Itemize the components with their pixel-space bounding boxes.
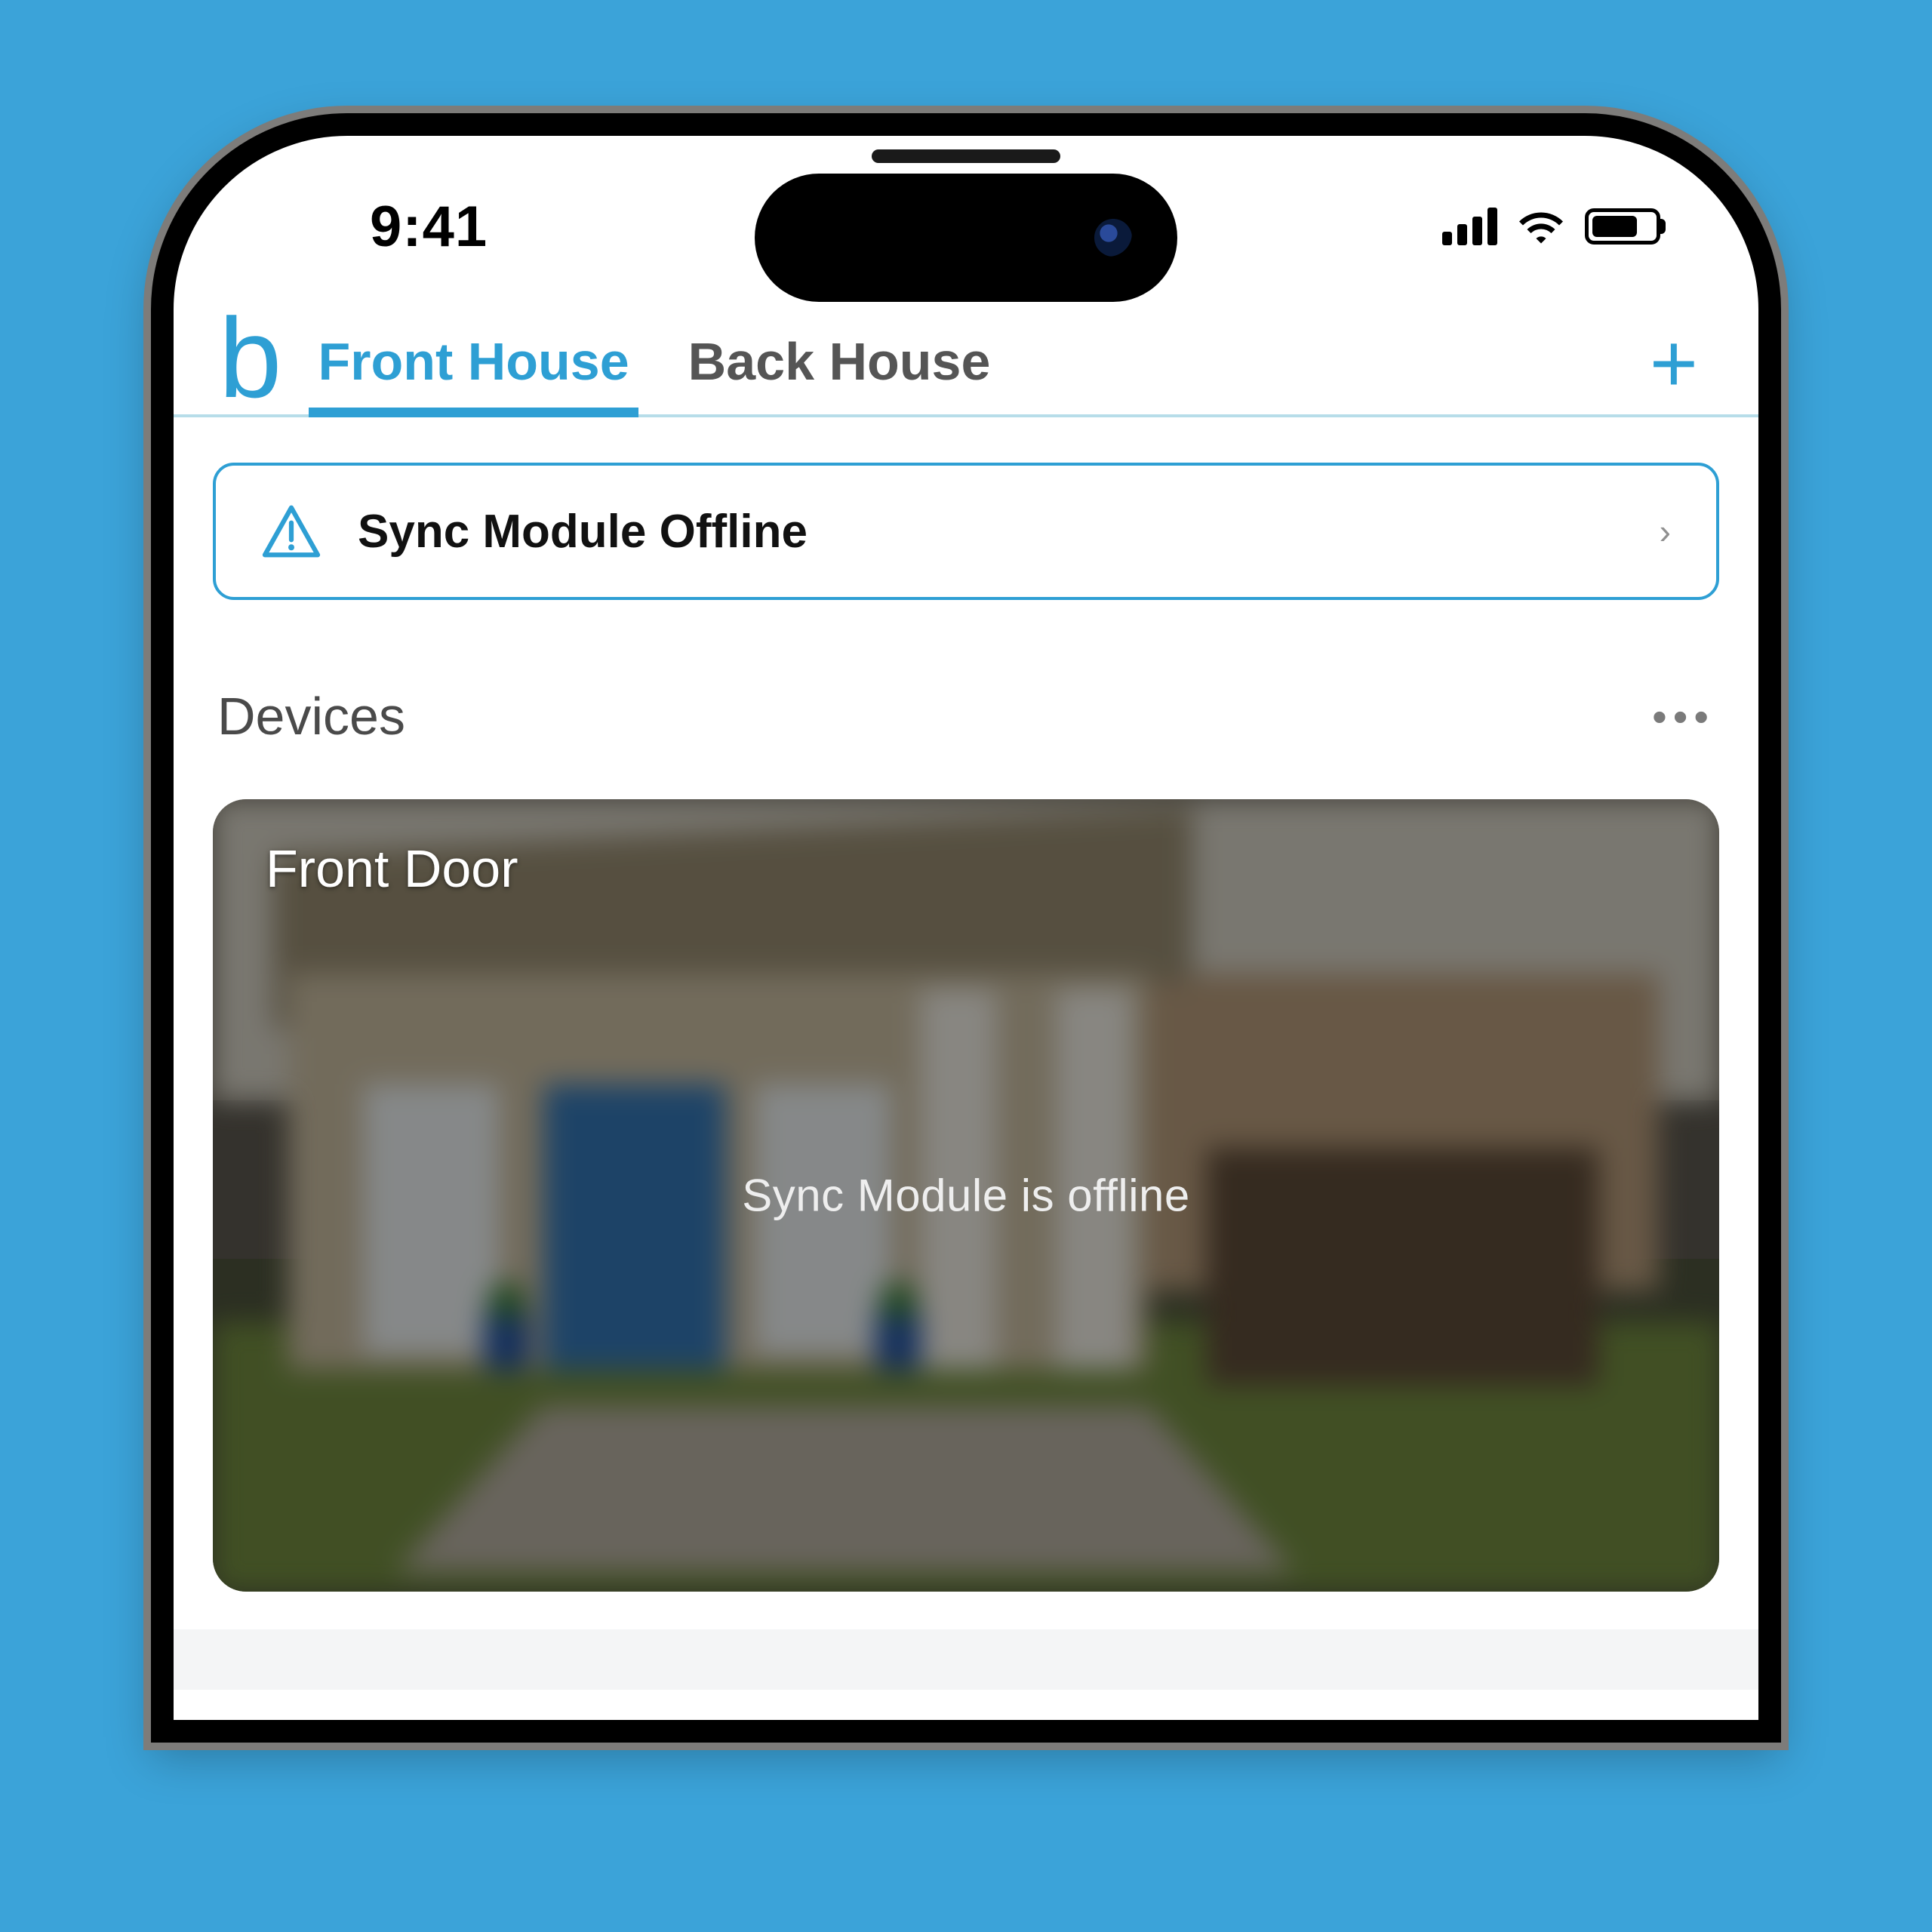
sync-module-offline-alert[interactable]: Sync Module Offline › [213, 463, 1719, 600]
cellular-icon [1442, 208, 1497, 245]
devices-more-button[interactable]: ••• [1652, 692, 1715, 741]
devices-section: Devices ••• [174, 618, 1758, 1690]
alert-text: Sync Module Offline [358, 505, 1623, 558]
tab-back-house[interactable]: Back House [685, 324, 994, 414]
chevron-right-icon: › [1660, 511, 1671, 552]
earpiece-speaker [872, 149, 1060, 163]
app-header: b Front House Back House + [174, 317, 1758, 417]
devices-heading: Devices [217, 686, 405, 746]
battery-icon [1585, 208, 1660, 245]
hw-silence-switch [151, 694, 157, 777]
status-icons [1442, 208, 1660, 245]
warning-triangle-icon [261, 503, 321, 559]
front-camera [1094, 219, 1132, 257]
hw-volume-up [151, 898, 157, 1072]
status-time: 9:41 [370, 194, 488, 260]
wifi-icon [1518, 209, 1564, 244]
main-content: Sync Module Offline › Devices ••• [174, 417, 1758, 1690]
hw-power-button [1775, 989, 1781, 1268]
phone-frame: 9:41 b Front House Back House + Sy [151, 113, 1781, 1743]
app-logo[interactable]: b [219, 318, 277, 416]
hw-volume-down [151, 1140, 157, 1313]
add-device-button[interactable]: + [1635, 335, 1713, 414]
dynamic-island [755, 174, 1177, 302]
camera-status-text: Sync Module is offline [742, 1170, 1190, 1222]
tab-front-house[interactable]: Front House [315, 324, 632, 414]
location-tabs: Front House Back House [315, 324, 993, 414]
camera-name: Front Door [266, 838, 518, 899]
camera-card-front-door[interactable]: Front Door Sync Module is offline [213, 799, 1719, 1592]
